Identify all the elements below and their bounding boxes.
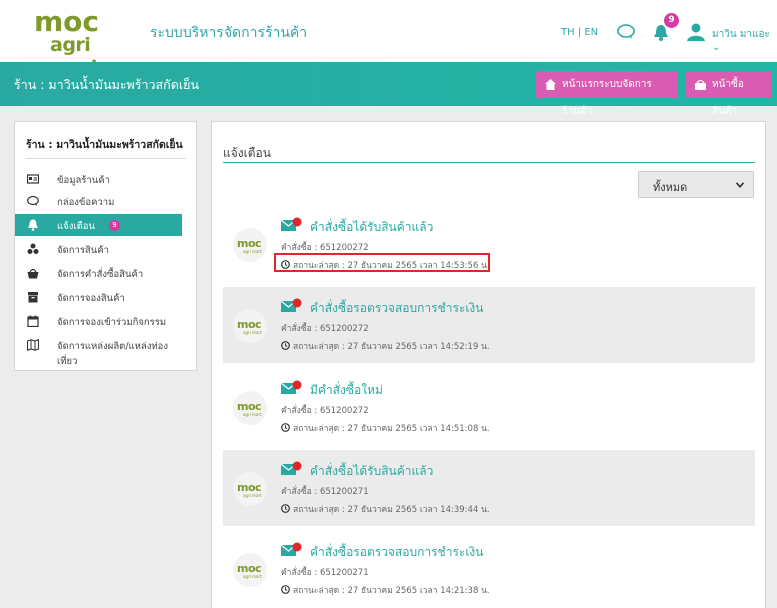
sidebar-shop-title: ร้าน : มาวินน้ำมันมะพร้าวสกัดเย็น bbox=[26, 139, 183, 151]
user-menu[interactable]: มาวิน มาแอะ ⌄ bbox=[712, 27, 777, 53]
sidebar-item-label: ข้อมูลร้านค้า bbox=[57, 175, 110, 186]
avatar-logo-subtext: agri mart bbox=[243, 574, 262, 579]
shop-page-button[interactable]: หน้าซื้อสินค้า bbox=[686, 71, 772, 117]
chevron-down-icon: ⌄ bbox=[712, 42, 721, 53]
sidebar-item-label: จัดการสินค้า bbox=[57, 245, 109, 256]
top-header: moc agri mart ระบบบริหารจัดการร้านค้า TH… bbox=[0, 0, 777, 78]
history-icon bbox=[281, 585, 290, 594]
sidebar-item-label: แจ้งเตือน bbox=[57, 221, 95, 232]
shop-bar: ร้าน : มาวินน้ำมันมะพร้าวสกัดเย็น หน้าแร… bbox=[0, 62, 777, 117]
notification-count-badge: 9 bbox=[664, 13, 679, 28]
notification-order: คำสั่งซื้อ : 651200271 bbox=[281, 568, 369, 578]
home-icon bbox=[545, 79, 556, 90]
history-icon bbox=[281, 341, 290, 350]
sidebar-item-label: จัดการแหล่งผลิต/แหล่งท่องเที่ยว bbox=[57, 341, 168, 367]
store-management-home-button[interactable]: หน้าแรกระบบจัดการร้านค้า bbox=[536, 71, 678, 117]
bell-icon bbox=[28, 219, 38, 231]
avatar: moc agri mart bbox=[233, 228, 267, 262]
notifications-panel: แจ้งเตือน ทั้งหมด moc agri mart คำสั่งซื้… bbox=[211, 121, 766, 608]
new-mail-icon bbox=[281, 217, 302, 231]
sidebar-item-notifications[interactable]: แจ้งเตือน 9 bbox=[15, 214, 182, 236]
notification-item[interactable]: moc agri mart คำสั่งซื้อรอตรวจสอบการชำระเ… bbox=[223, 531, 755, 607]
notification-status: สถานะล่าสุด : 27 ธันวาคม 2565 เวลา 14:39… bbox=[281, 502, 490, 516]
notification-status-text: สถานะล่าสุด : 27 ธันวาคม 2565 เวลา 14:51… bbox=[293, 424, 490, 434]
notification-status-text: สถานะล่าสุด : 27 ธันวาคม 2565 เวลา 14:52… bbox=[293, 342, 490, 352]
highlight-box bbox=[274, 253, 490, 272]
sidebar-item-orders[interactable]: จัดการคำสั่งซื้อสินค้า bbox=[15, 262, 182, 284]
new-mail-icon bbox=[281, 298, 302, 312]
user-icon[interactable] bbox=[686, 23, 706, 41]
new-mail-icon bbox=[281, 380, 302, 394]
notification-filter-select[interactable]: ทั้งหมด bbox=[638, 171, 754, 198]
moc-agri-mart-logo[interactable]: moc agri mart bbox=[34, 6, 138, 78]
shop-title: ร้าน : มาวินน้ำมันมะพร้าวสกัดเย็น bbox=[14, 77, 200, 92]
avatar-logo-subtext: agri mart bbox=[243, 249, 262, 254]
archive-icon bbox=[28, 292, 38, 303]
avatar-logo-subtext: agri mart bbox=[243, 493, 262, 498]
notification-item[interactable]: moc agri mart คำสั่งซื้อรอตรวจสอบการชำระเ… bbox=[223, 287, 755, 363]
notification-item[interactable]: moc agri mart มีคำสั่งซื้อใหม่ คำสั่งซื้อ… bbox=[223, 369, 755, 445]
notification-status: สถานะล่าสุด : 27 ธันวาคม 2565 เวลา 14:51… bbox=[281, 421, 490, 435]
notification-title: คำสั่งซื้อได้รับสินค้าแล้ว bbox=[310, 464, 434, 478]
history-icon bbox=[281, 504, 290, 513]
boxes-icon bbox=[27, 243, 39, 254]
chevron-down-icon bbox=[736, 182, 744, 188]
avatar: moc agri mart bbox=[233, 309, 267, 343]
notification-title: คำสั่งซื้อรอตรวจสอบการชำระเงิน bbox=[310, 545, 484, 559]
notification-title: คำสั่งซื้อรอตรวจสอบการชำระเงิน bbox=[310, 301, 484, 315]
basket-icon bbox=[27, 268, 39, 279]
calendar-icon bbox=[27, 315, 39, 327]
page-title: แจ้งเตือน bbox=[223, 146, 271, 160]
notification-order: คำสั่งซื้อ : 651200272 bbox=[281, 324, 369, 334]
chat-icon bbox=[27, 195, 39, 207]
sidebar-item-products[interactable]: จัดการสินค้า bbox=[15, 238, 182, 260]
sidebar-divider bbox=[26, 158, 186, 159]
notification-order: คำสั่งซื้อ : 651200272 bbox=[281, 406, 369, 416]
user-name: มาวิน มาแอะ bbox=[712, 29, 770, 40]
sidebar-item-places[interactable]: จัดการแหล่งผลิต/แหล่งท่องเที่ยว bbox=[15, 334, 182, 367]
svg-text:moc: moc bbox=[34, 6, 99, 36]
avatar-logo-subtext: agri mart bbox=[243, 330, 262, 335]
avatar-logo-subtext: agri mart bbox=[243, 412, 262, 417]
store-management-home-label: หน้าแรกระบบจัดการร้านค้า bbox=[562, 79, 652, 117]
chat-icon[interactable] bbox=[617, 24, 635, 40]
moc-logo-icon: moc bbox=[34, 6, 99, 36]
map-icon bbox=[27, 339, 39, 351]
notification-order: คำสั่งซื้อ : 651200272 bbox=[281, 243, 369, 253]
sidebar-item-messages[interactable]: กล่องข้อความ bbox=[15, 190, 182, 212]
notification-status: สถานะล่าสุด : 27 ธันวาคม 2565 เวลา 14:21… bbox=[281, 583, 490, 597]
notification-order: คำสั่งซื้อ : 651200271 bbox=[281, 487, 369, 497]
sidebar-item-bookings[interactable]: จัดการจองสินค้า bbox=[15, 286, 182, 308]
sidebar-notification-badge: 9 bbox=[109, 220, 120, 231]
sidebar-item-label: จัดการคำสั่งซื้อสินค้า bbox=[57, 269, 144, 280]
title-underline bbox=[223, 162, 755, 163]
notification-status-text: สถานะล่าสุด : 27 ธันวาคม 2565 เวลา 14:39… bbox=[293, 505, 490, 515]
shop-page-label: หน้าซื้อสินค้า bbox=[712, 79, 744, 117]
avatar: moc agri mart bbox=[233, 553, 267, 587]
sidebar-item-label: จัดการจองเข้าร่วมกิจกรรม bbox=[57, 317, 167, 328]
avatar: moc agri mart bbox=[233, 391, 267, 425]
sidebar-item-shop-info[interactable]: ข้อมูลร้านค้า bbox=[15, 168, 182, 190]
filter-value: ทั้งหมด bbox=[653, 181, 688, 194]
sidebar-item-label: จัดการจองสินค้า bbox=[57, 293, 125, 304]
sidebar: ร้าน : มาวินน้ำมันมะพร้าวสกัดเย็น ข้อมูล… bbox=[14, 121, 197, 371]
language-switch[interactable]: TH | EN bbox=[561, 27, 598, 38]
notification-item[interactable]: moc agri mart คำสั่งซื้อได้รับสินค้าแล้ว … bbox=[223, 206, 755, 282]
notification-status-text: สถานะล่าสุด : 27 ธันวาคม 2565 เวลา 14:21… bbox=[293, 586, 490, 596]
notification-item[interactable]: moc agri mart คำสั่งซื้อได้รับสินค้าแล้ว … bbox=[223, 450, 755, 526]
id-card-icon bbox=[27, 174, 39, 184]
history-icon bbox=[281, 423, 290, 432]
new-mail-icon bbox=[281, 461, 302, 475]
notification-title: คำสั่งซื้อได้รับสินค้าแล้ว bbox=[310, 220, 434, 234]
basket-icon bbox=[695, 79, 706, 90]
system-title: ระบบบริหารจัดการร้านค้า bbox=[150, 25, 308, 41]
notification-status: สถานะล่าสุด : 27 ธันวาคม 2565 เวลา 14:52… bbox=[281, 339, 490, 353]
notification-title: มีคำสั่งซื้อใหม่ bbox=[310, 383, 383, 397]
sidebar-item-label: กล่องข้อความ bbox=[57, 197, 115, 208]
new-mail-icon bbox=[281, 542, 302, 556]
sidebar-item-activity-bookings[interactable]: จัดการจองเข้าร่วมกิจกรรม bbox=[15, 310, 182, 332]
avatar: moc agri mart bbox=[233, 472, 267, 506]
